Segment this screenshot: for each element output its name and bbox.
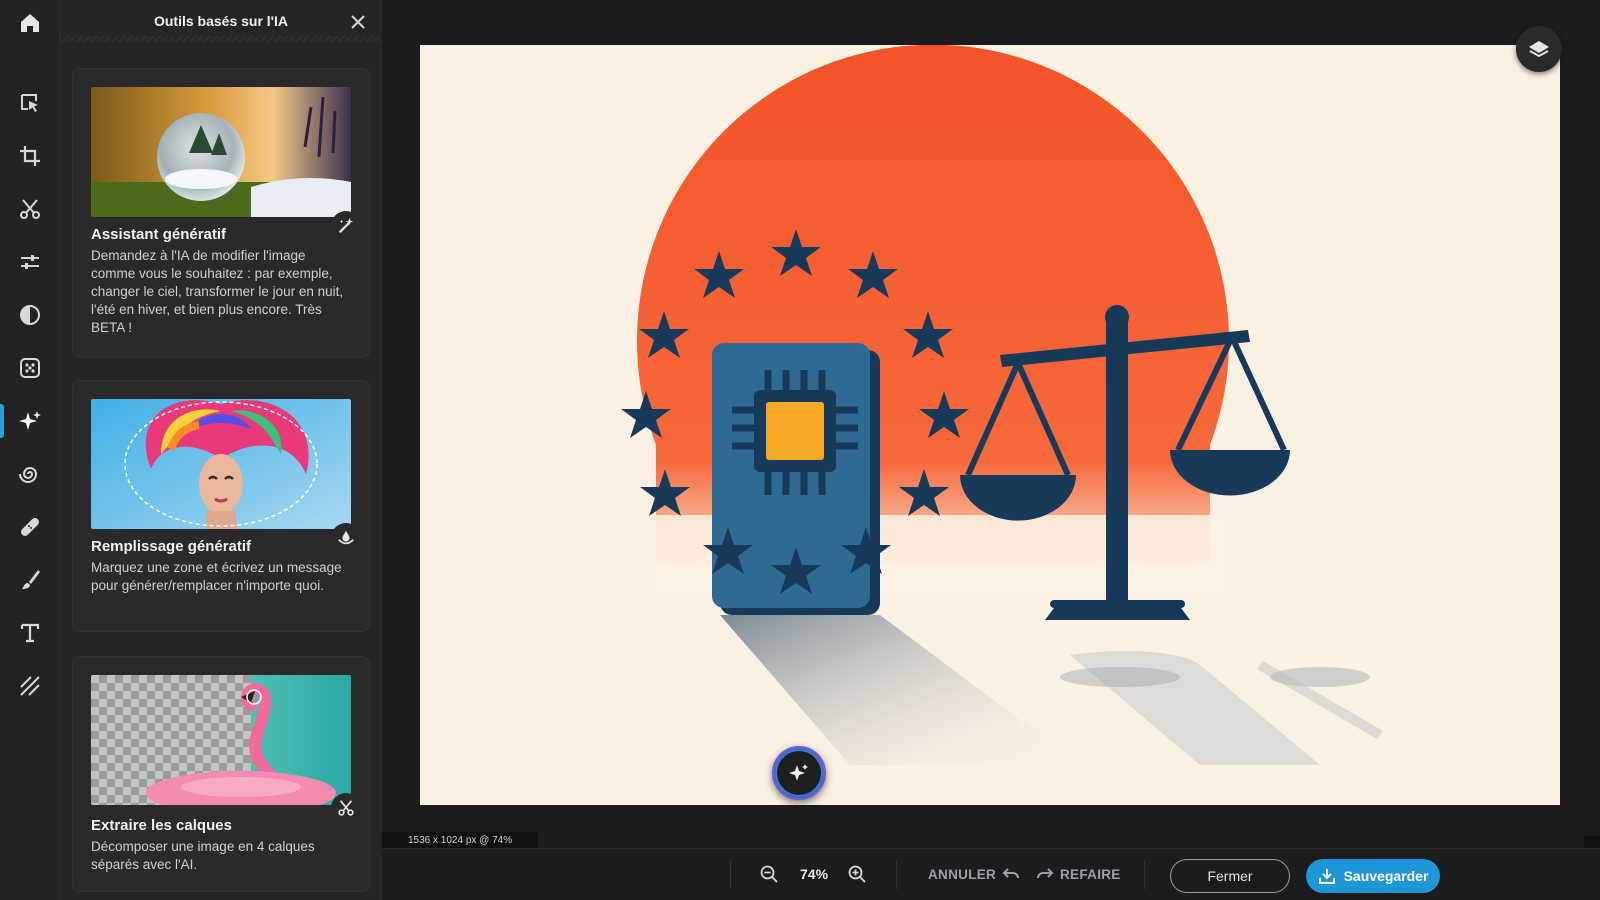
divider [730, 861, 731, 889]
ai-sparkle-icon [789, 764, 808, 781]
card-description: Demandez à l'IA de modifier l'image comm… [91, 248, 344, 335]
close-button[interactable]: Fermer [1170, 859, 1290, 893]
card-description: Marquez une zone et écrivez un message p… [91, 560, 342, 593]
adjust-icon [21, 255, 39, 269]
filters-tool-button[interactable] [0, 345, 60, 391]
ai-tools-button[interactable] [0, 398, 60, 444]
save-button[interactable]: Sauvegarder [1306, 859, 1440, 893]
bottom-toolbar: 74% ANNULER REFAIRE Fermer Sauvegarder [382, 848, 1600, 900]
ai-tools-panel: Outils basés sur l'IA Assistant générati… [60, 0, 382, 900]
brush-icon [22, 570, 40, 589]
card-image-rainbow-hair [91, 399, 351, 529]
card-badge [331, 523, 361, 553]
spiral-tool-button[interactable] [0, 451, 60, 497]
panel-title: Outils basés sur l'IA [153, 13, 289, 29]
contrast-icon [20, 305, 40, 325]
text-icon [20, 623, 40, 643]
ai-sparkle-icon [19, 411, 41, 430]
canvas-stage: 1536 x 1024 px @ 74% [382, 0, 1600, 850]
layers-button[interactable] [1516, 26, 1562, 72]
card-extract-layers[interactable]: Extraire les calques Décomposer une imag… [72, 656, 370, 892]
layers-icon [1529, 41, 1549, 58]
stage-edge [1584, 836, 1600, 848]
crop-icon [20, 146, 40, 166]
scissors-icon [338, 800, 354, 816]
bandage-icon [21, 518, 39, 536]
card-badge [331, 793, 361, 823]
text-tool-button[interactable] [0, 610, 60, 656]
card-generative-assistant[interactable]: Assistant génératif Demandez à l'IA de m… [72, 68, 370, 358]
undo-label: ANNULER [928, 866, 997, 882]
card-title: Assistant génératif [91, 226, 227, 243]
fill-drop-icon [338, 530, 354, 545]
texture-icon [20, 676, 40, 696]
undo-button[interactable]: ANNULER [928, 863, 1020, 885]
crop-tool-button[interactable] [0, 133, 60, 179]
tool-rail [0, 0, 60, 900]
panel-header: Outils basés sur l'IA [60, 0, 382, 46]
home-icon [21, 14, 39, 32]
card-title: Extraire les calques [91, 817, 232, 834]
redo-icon [1037, 868, 1054, 879]
zoom-in-button[interactable] [845, 862, 869, 886]
contrast-tool-button[interactable] [0, 292, 60, 338]
card-image-flamingo [91, 675, 351, 805]
zoom-out-icon [760, 865, 778, 883]
canvas-illustration [420, 45, 1560, 805]
divider [896, 861, 897, 889]
save-label: Sauvegarder [1343, 868, 1429, 884]
zoom-in-icon [848, 865, 866, 883]
close-label: Fermer [1207, 868, 1253, 884]
redo-label: REFAIRE [1060, 866, 1121, 882]
home-button[interactable] [0, 0, 60, 46]
card-image-crystal-ball [91, 87, 351, 217]
undo-icon [1002, 868, 1020, 879]
filters-icon [20, 358, 40, 378]
zoom-out-button[interactable] [757, 862, 781, 886]
zoom-level: 74% [800, 866, 829, 882]
adjust-tool-button[interactable] [0, 239, 60, 285]
select-icon [21, 94, 38, 112]
chip-shape [766, 402, 824, 460]
spiral-icon [19, 467, 38, 483]
redo-button[interactable]: REFAIRE [1036, 863, 1121, 885]
magic-wand-icon [338, 217, 354, 234]
heal-tool-button[interactable] [0, 504, 60, 550]
brush-tool-button[interactable] [0, 557, 60, 603]
card-badge [331, 211, 361, 241]
ai-assistant-button[interactable] [772, 746, 826, 800]
card-description: Décomposer une image en 4 calques séparé… [91, 839, 315, 872]
select-tool-button[interactable] [0, 80, 60, 126]
close-panel-icon[interactable] [348, 12, 368, 32]
image-canvas[interactable] [420, 45, 1560, 805]
card-title: Remplissage génératif [91, 538, 252, 555]
card-generative-fill[interactable]: Remplissage génératif Marquez une zone e… [72, 380, 370, 632]
cut-icon [20, 199, 40, 219]
cut-tool-button[interactable] [0, 186, 60, 232]
download-icon [1318, 869, 1335, 884]
photo-editor-app: Outils basés sur l'IA Assistant générati… [0, 0, 1600, 900]
divider [1144, 861, 1145, 889]
texture-tool-button[interactable] [0, 663, 60, 709]
